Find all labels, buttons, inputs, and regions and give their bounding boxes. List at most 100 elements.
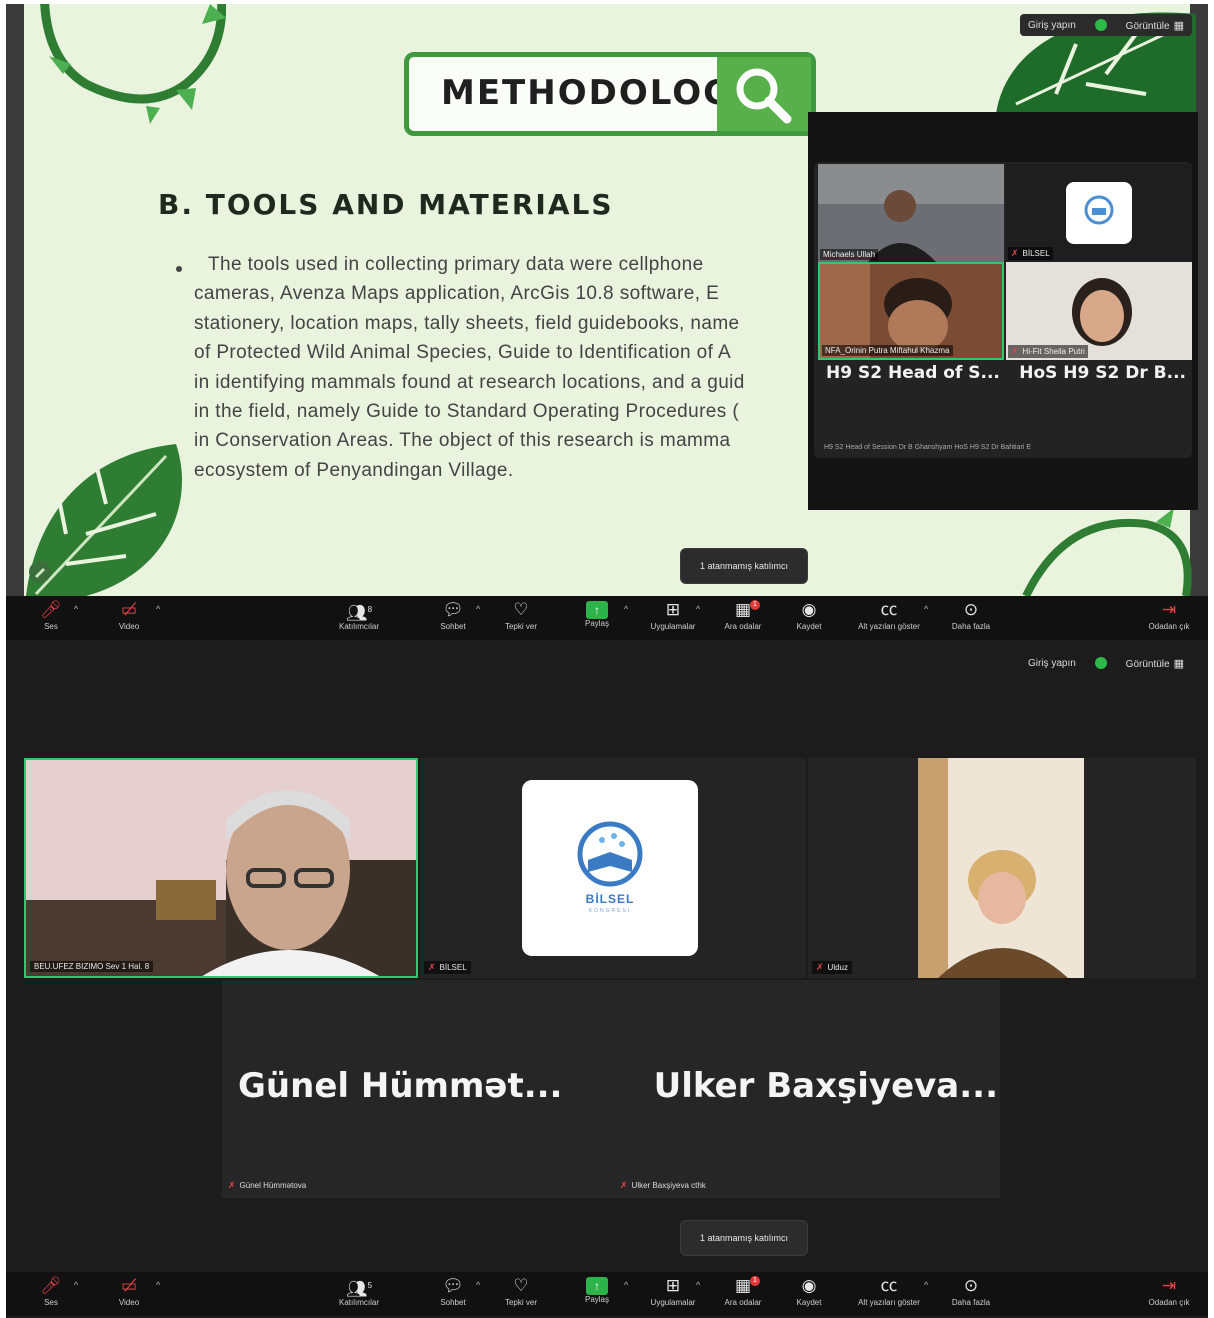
breakout-badge: 1 bbox=[750, 1276, 760, 1286]
video-tile-participant[interactable]: Michaels Ullah bbox=[818, 164, 1004, 262]
reactions-label: Tepki ver bbox=[504, 1298, 537, 1307]
leave-label: Odadan çık bbox=[1148, 1298, 1190, 1307]
chat-options-caret[interactable]: ^ bbox=[476, 1280, 480, 1290]
share-screen-button[interactable]: ↑ Paylaş bbox=[560, 1274, 634, 1314]
meeting-toolbar: 🎤︎ Ses ^ ▭̸ Video ^ 👥︎8 Katılımcılar 💬︎ … bbox=[6, 596, 1208, 640]
mic-muted-icon: ✗ bbox=[1011, 248, 1019, 258]
video-button[interactable]: ▭̸ Video bbox=[92, 598, 166, 638]
audio-label: Ses bbox=[44, 622, 58, 631]
body-line: in Conservation Areas. The object of thi… bbox=[194, 430, 731, 452]
video-tile-participant[interactable]: ✗ Hi-Fit Sheila Putri bbox=[1006, 262, 1192, 360]
meeting-toolbar: 🎤︎ Ses ^ ▭̸ Video ^ 👥︎5 Katılımcılar 💬︎ … bbox=[6, 1272, 1208, 1316]
participants-button[interactable]: 👥︎5 Katılımcılar bbox=[322, 1274, 396, 1314]
record-button[interactable]: ◉ Kaydet bbox=[772, 598, 846, 638]
bilsel-logo-icon bbox=[577, 821, 643, 887]
video-tile-bilsel[interactable]: ✗ BİLSEL bbox=[1006, 164, 1192, 262]
breakout-rooms-icon: ▦ bbox=[734, 1276, 752, 1295]
more-button[interactable]: ⊙ Daha fazla bbox=[934, 598, 1008, 638]
breakout-label: Ara odalar bbox=[724, 622, 762, 631]
body-line: ecosystem of Penyandingan Village. bbox=[194, 459, 514, 481]
captions-options-caret[interactable]: ^ bbox=[924, 604, 928, 614]
video-button[interactable]: ▭̸ Video bbox=[92, 1274, 166, 1314]
audio-label: Ses bbox=[44, 1298, 58, 1307]
participants-button[interactable]: 👥︎8 Katılımcılar bbox=[322, 598, 396, 638]
magnifier-icon bbox=[736, 68, 792, 124]
video-tile-bilsel[interactable]: BİLSEL KONGRESİ ✗ BİLSEL bbox=[420, 758, 806, 978]
mic-muted-icon: ✗ bbox=[816, 962, 824, 972]
bullet-dot bbox=[176, 266, 182, 272]
video-tile-active-speaker[interactable]: NFA_Orinin Putra Miftahul Khazma bbox=[818, 262, 1004, 360]
video-tile-active-speaker[interactable]: BEU.UFEZ BIZIMO Sev 1 Hal. 8 bbox=[24, 758, 418, 978]
video-options-caret[interactable]: ^ bbox=[156, 1280, 160, 1290]
audio-options-caret[interactable]: ^ bbox=[74, 1280, 78, 1290]
video-off-icon: ▭̸ bbox=[120, 600, 138, 619]
breakout-rooms-icon: ▦ bbox=[734, 600, 752, 619]
body-line: in the field, namely Guide to Standard O… bbox=[194, 400, 740, 422]
participant-name: ✗ Ulker Baxşiyeva cthk bbox=[620, 1180, 706, 1190]
encryption-shield-icon bbox=[1094, 19, 1107, 31]
leave-room-button[interactable]: ⇥ Odadan çık bbox=[1132, 1274, 1206, 1314]
captions-button[interactable]: ㏄ Alt yazıları göster bbox=[852, 1274, 926, 1314]
participant-video bbox=[818, 164, 1004, 262]
chat-options-caret[interactable]: ^ bbox=[476, 604, 480, 614]
apps-label: Uygulamalar bbox=[650, 622, 696, 631]
video-label: Video bbox=[118, 1298, 140, 1307]
apps-options-caret[interactable]: ^ bbox=[696, 1280, 700, 1290]
share-options-caret[interactable]: ^ bbox=[624, 604, 628, 614]
apps-label: Uygulamalar bbox=[650, 1298, 696, 1307]
body-line: in identifying mammals found at research… bbox=[194, 371, 745, 393]
vine-decoration bbox=[40, 4, 226, 124]
view-button[interactable]: Görüntüle ▦ bbox=[1126, 657, 1184, 670]
apps-options-caret[interactable]: ^ bbox=[696, 604, 700, 614]
captions-button[interactable]: ㏄ Alt yazıları göster bbox=[852, 598, 926, 638]
video-tile-participant[interactable]: ✗ Ulduz bbox=[808, 758, 1196, 978]
participant-big-name: Günel Hümmət... bbox=[238, 1066, 563, 1106]
reactions-button[interactable]: ♡ Tepki ver bbox=[484, 1274, 558, 1314]
floating-video-gallery[interactable]: Michaels Ullah ✗ BİLSEL NFA_Orinin Putra… bbox=[808, 112, 1198, 510]
mic-muted-icon: ✗ bbox=[428, 962, 436, 972]
participant-name: ✗ BİLSEL bbox=[424, 961, 471, 974]
bottom-header-pill: Giriş yapın Görüntüle ▦ bbox=[1020, 652, 1192, 674]
share-screen-button[interactable]: ↑ Paylaş bbox=[560, 598, 634, 638]
share-options-caret[interactable]: ^ bbox=[624, 1280, 628, 1290]
share-screen-icon: ↑ bbox=[586, 601, 608, 619]
participants-label: Katılımcılar bbox=[338, 1298, 379, 1307]
video-options-caret[interactable]: ^ bbox=[156, 604, 160, 614]
share-label: Paylaş bbox=[584, 619, 609, 628]
reactions-label: Tepki ver bbox=[504, 622, 537, 631]
breakout-rooms-button[interactable]: ▦ 1 Ara odalar bbox=[706, 598, 780, 638]
reactions-button[interactable]: ♡ Tepki ver bbox=[484, 598, 558, 638]
participant-video bbox=[26, 760, 416, 976]
captions-label: Alt yazıları göster bbox=[858, 622, 920, 631]
view-button[interactable]: Görüntüle ▦ bbox=[1126, 19, 1184, 32]
audio-options-caret[interactable]: ^ bbox=[74, 604, 78, 614]
leave-room-button[interactable]: ⇥ Odadan çık bbox=[1132, 598, 1206, 638]
sign-in-link[interactable]: Giriş yapın bbox=[1028, 20, 1076, 31]
body-line: cameras, Avenza Maps application, ArcGis… bbox=[194, 283, 720, 305]
annotate-icon[interactable] bbox=[28, 560, 52, 584]
gallery-name-row: H9 S2 Head of S... HoS H9 S2 Dr B... bbox=[820, 352, 1192, 394]
participant-name: ✗ Ulduz bbox=[812, 961, 852, 974]
record-button[interactable]: ◉ Kaydet bbox=[772, 1274, 846, 1314]
share-label: Paylaş bbox=[584, 1295, 609, 1304]
grid-icon: ▦ bbox=[1173, 657, 1184, 670]
body-line: stationery, location maps, tally sheets,… bbox=[194, 312, 740, 334]
chat-label: Sohbet bbox=[440, 622, 466, 631]
breakout-rooms-button[interactable]: ▦ 1 Ara odalar bbox=[706, 1274, 780, 1314]
video-label: Video bbox=[118, 622, 140, 631]
vine-bottom-right bbox=[1022, 508, 1192, 596]
view-label: Görüntüle bbox=[1125, 658, 1170, 670]
record-icon: ◉ bbox=[801, 1276, 817, 1295]
audio-only-participants-tile[interactable]: Günel Hümmət... Ulker Baxşiyeva... ✗ Güne… bbox=[222, 980, 1000, 1198]
bottom-meeting-window: Giriş yapın Görüntüle ▦ BEU.UFEZ BIZIMO S… bbox=[6, 640, 1208, 1318]
participants-label: Katılımcılar bbox=[338, 622, 379, 631]
participants-icon: 👥︎8 bbox=[345, 603, 373, 623]
captions-icon: ㏄ bbox=[880, 600, 898, 619]
more-button[interactable]: ⊙ Daha fazla bbox=[934, 1274, 1008, 1314]
bilsel-logo-card bbox=[1066, 182, 1132, 244]
share-screen-icon: ↑ bbox=[586, 1277, 608, 1295]
sign-in-link[interactable]: Giriş yapın bbox=[1028, 658, 1076, 669]
bilsel-logo-subtext: KONGRESİ bbox=[588, 908, 632, 914]
captions-options-caret[interactable]: ^ bbox=[924, 1280, 928, 1290]
more-label: Daha fazla bbox=[951, 622, 991, 631]
